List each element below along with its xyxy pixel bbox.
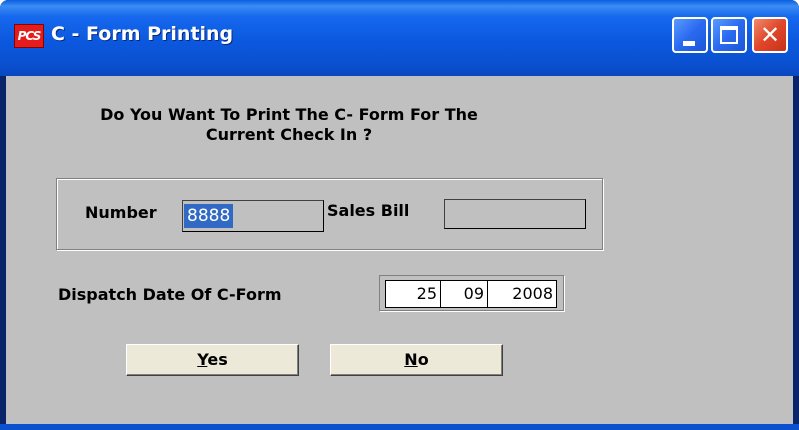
c-form-printing-window: PCS C - Form Printing ✕ Do You Want To P… [0,0,799,430]
title-bar[interactable]: PCS C - Form Printing ✕ [0,0,799,76]
dispatch-date-label: Dispatch Date Of C-Form [58,285,282,304]
number-value: 8888 [184,204,234,228]
yes-label: es [207,350,228,369]
no-button[interactable]: No [330,344,503,376]
pcs-app-icon: PCS [14,24,44,48]
close-button[interactable]: ✕ [752,17,788,53]
date-day-field[interactable]: 25 [386,281,441,307]
dispatch-date-picker[interactable]: 25 09 2008 [385,280,557,308]
number-label: Number [85,203,157,222]
dialog-client-area: Do You Want To Print The C- Form For The… [6,76,793,424]
yes-button[interactable]: Yes [126,344,299,376]
dispatch-date-frame: 25 09 2008 [379,275,564,311]
close-icon: ✕ [759,21,781,49]
window-bottom-border [0,424,799,430]
minimize-icon [683,41,695,46]
maximize-button[interactable] [711,17,747,53]
no-accelerator: N [404,350,418,369]
no-label: o [417,350,429,369]
number-input[interactable]: 8888 [182,200,324,232]
window-title: C - Form Printing [51,23,234,45]
bill-groupbox: Number 8888 Sales Bill [56,178,603,250]
minimize-button[interactable] [672,17,708,53]
maximize-icon [720,26,738,44]
date-year-field[interactable]: 2008 [488,281,556,307]
sales-bill-label: Sales Bill [327,201,410,220]
print-question-text: Do You Want To Print The C- Form For The… [100,105,478,144]
yes-accelerator: Y [197,350,208,369]
date-month-field[interactable]: 09 [441,281,488,307]
sales-bill-input[interactable] [444,199,586,229]
